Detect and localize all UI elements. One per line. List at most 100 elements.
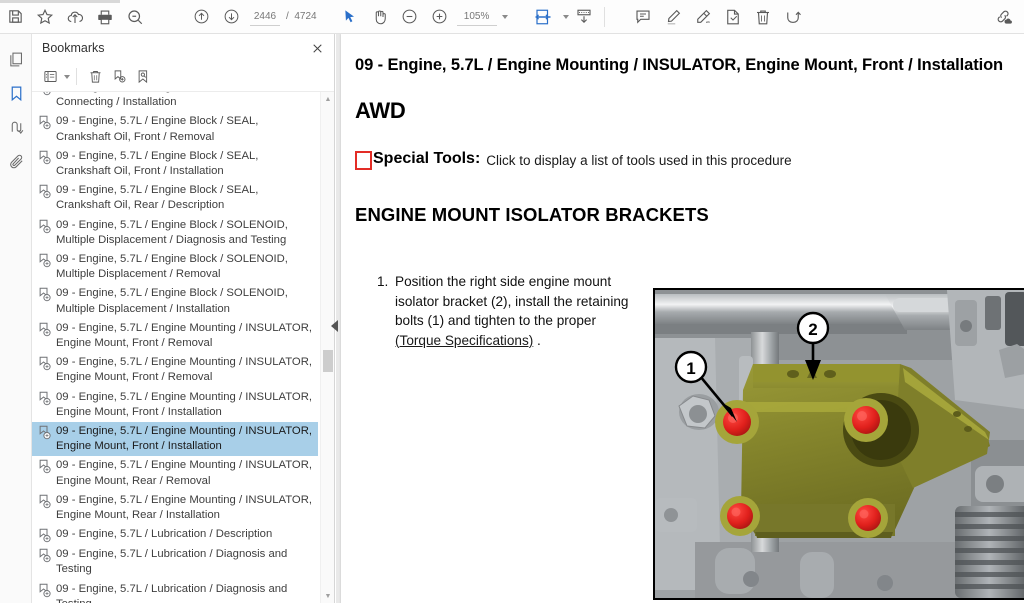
bookmark-item-label: 09 - Engine, 5.7L / Engine Block / SEAL,… xyxy=(56,149,259,178)
search-icon[interactable] xyxy=(120,2,150,32)
zoom-out-icon[interactable] xyxy=(395,2,425,32)
bookmark-item-label: 09 - Engine, 5.7L / Lubrication / Diagno… xyxy=(56,582,288,603)
special-tools-row: Special Tools: Click to display a list o… xyxy=(355,150,1012,170)
bookmark-item-label: 09 - Engine, 5.7L / Engine Block / SOLEN… xyxy=(56,218,288,246)
bookmark-item-label: 09 - Engine, 5.7L / Engine Block / SOLEN… xyxy=(56,287,288,315)
bookmark-item-label: 09 - Engine, 5.7L / Engine Block / ROD, … xyxy=(56,92,311,109)
bookmark-item[interactable]: 09 - Engine, 5.7L / Engine Block / SOLEN… xyxy=(32,216,318,250)
bookmarks-panel: Bookmarks Connecting / Installation 09 -… xyxy=(32,34,335,603)
bookmark-options-icon[interactable] xyxy=(38,65,62,89)
scroll-mode-icon[interactable] xyxy=(569,2,599,32)
document-viewport[interactable]: 09 - Engine, 5.7L / Engine Mounting / IN… xyxy=(336,34,1024,603)
print-icon[interactable] xyxy=(90,2,120,32)
file-tools-group xyxy=(0,0,150,34)
bookmark-item-label: 09 - Engine, 5.7L / Engine Block / SEAL,… xyxy=(56,184,259,212)
scroll-down-arrow-icon[interactable]: ▼ xyxy=(321,589,334,603)
page-navigation-group: / 4724 xyxy=(186,0,317,34)
step-text: Position the right side engine mount iso… xyxy=(395,272,640,350)
svg-text:2: 2 xyxy=(808,320,817,339)
special-tools-description: Click to display a list of tools used in… xyxy=(486,153,792,168)
bookmarks-panel-title: Bookmarks xyxy=(42,41,105,55)
bookmark-item-label: 09 - Engine, 5.7L / Engine Block / SEAL,… xyxy=(56,115,259,143)
bookmarks-panel-header: Bookmarks xyxy=(32,34,334,62)
bookmark-item[interactable]: 09 - Engine, 5.7L / Engine Block / SEAL,… xyxy=(32,112,318,146)
bookmark-item-label: 09 - Engine, 5.7L / Engine Mounting / IN… xyxy=(56,390,312,418)
bookmark-item[interactable]: 09 - Engine, 5.7L / Lubrication / Diagno… xyxy=(32,580,318,603)
torque-specifications-link[interactable]: (Torque Specifications) xyxy=(395,333,533,348)
bookmark-item[interactable]: 09 - Engine, 5.7L / Lubrication / Diagno… xyxy=(32,545,318,579)
link-cloud-icon[interactable] xyxy=(988,2,1018,32)
toolbar-tab-indicator xyxy=(0,0,120,3)
bookmark-item[interactable]: 09 - Engine, 5.7L / Lubrication / Descri… xyxy=(32,525,318,545)
right-tools-group xyxy=(988,0,1024,34)
chevron-down-icon[interactable] xyxy=(501,14,508,19)
bookmark-find-icon[interactable] xyxy=(131,65,155,89)
scrollbar-thumb[interactable] xyxy=(323,350,333,372)
arrow-up-circle-icon[interactable] xyxy=(186,2,216,32)
draw-pen-icon[interactable] xyxy=(688,2,718,32)
bookmark-item[interactable]: 09 - Engine, 5.7L / Engine Block / SOLEN… xyxy=(32,250,318,284)
bookmarks-list-inner: 09 - Engine, 5.7L / Engine Block / ROD, … xyxy=(32,92,318,603)
bookmark-item[interactable]: 09 - Engine, 5.7L / Engine Mounting / IN… xyxy=(32,353,318,387)
bookmark-item-label: 09 - Engine, 5.7L / Engine Mounting / IN… xyxy=(56,459,312,487)
bookmark-item-label: 09 - Engine, 5.7L / Lubrication / Descri… xyxy=(56,528,273,541)
sidebar-item-pages[interactable] xyxy=(0,42,32,76)
arrow-down-circle-icon[interactable] xyxy=(216,2,246,32)
page-title: 09 - Engine, 5.7L / Engine Mounting / IN… xyxy=(355,56,1004,74)
scroll-up-arrow-icon[interactable]: ▲ xyxy=(321,92,334,106)
fit-page-icon[interactable] xyxy=(528,2,558,32)
main-toolbar: / 4724 xyxy=(0,0,1024,34)
pan-hand-icon[interactable] xyxy=(365,2,395,32)
step-number: 1. xyxy=(377,274,389,289)
svg-text:1: 1 xyxy=(686,359,695,378)
bookmark-delete-icon[interactable] xyxy=(83,65,107,89)
procedure-step-list: 1. Position the right side engine mount … xyxy=(355,272,640,350)
bookmark-item-label: 09 - Engine, 5.7L / Engine Mounting / IN… xyxy=(56,425,312,453)
bookmark-item[interactable]: 09 - Engine, 5.7L / Engine Mounting / IN… xyxy=(32,422,318,457)
sidebar-icon-rail xyxy=(0,34,32,603)
comment-icon[interactable] xyxy=(628,2,658,32)
bookmark-item[interactable]: 09 - Engine, 5.7L / Engine Mounting / IN… xyxy=(32,319,318,353)
drivetrain-subheading: AWD xyxy=(355,98,406,123)
stamp-icon[interactable] xyxy=(718,2,748,32)
bookmark-item[interactable]: 09 - Engine, 5.7L / Engine Mounting / IN… xyxy=(32,491,318,525)
special-tools-checkbox[interactable] xyxy=(355,151,372,170)
bookmark-item[interactable]: 09 - Engine, 5.7L / Engine Block / ROD, … xyxy=(32,92,318,112)
zoom-level-input[interactable] xyxy=(456,7,497,26)
view-tools-group xyxy=(335,0,510,34)
upload-cloud-icon[interactable] xyxy=(60,2,90,32)
bookmarks-toolbar xyxy=(32,62,334,92)
delete-trash-icon[interactable] xyxy=(748,2,778,32)
page-total-label: / 4724 xyxy=(286,11,317,22)
rotate-icon[interactable] xyxy=(778,2,808,32)
fit-page-dropdown-icon[interactable] xyxy=(562,14,569,19)
bookmark-options-dropdown-icon[interactable] xyxy=(64,74,70,79)
zoom-level-control xyxy=(456,7,508,26)
zoom-in-icon[interactable] xyxy=(425,2,455,32)
section-title: ENGINE MOUNT ISOLATOR BRACKETS xyxy=(355,204,709,225)
fit-tools-group xyxy=(528,0,599,34)
save-icon[interactable] xyxy=(0,2,30,32)
bookmark-item[interactable]: 09 - Engine, 5.7L / Engine Block / SEAL,… xyxy=(32,147,318,181)
bookmark-item[interactable]: 09 - Engine, 5.7L / Engine Mounting / IN… xyxy=(32,388,318,422)
bookmark-item[interactable]: 09 - Engine, 5.7L / Engine Mounting / IN… xyxy=(32,456,318,490)
highlighter-icon[interactable] xyxy=(658,2,688,32)
bookmark-item[interactable]: 09 - Engine, 5.7L / Engine Block / SEAL,… xyxy=(32,181,318,215)
step-text-after: . xyxy=(533,332,541,348)
select-cursor-icon[interactable] xyxy=(335,2,365,32)
engine-mount-isolator-bracket-illustration: 1 2 xyxy=(653,288,1024,600)
bookmarks-scrollbar[interactable]: ▲ ▼ xyxy=(320,92,334,603)
current-page-input[interactable] xyxy=(250,7,280,26)
bookmark-item-label: 09 - Engine, 5.7L / Engine Mounting / IN… xyxy=(56,493,312,522)
bookmark-item[interactable]: 09 - Engine, 5.7L / Engine Block / SOLEN… xyxy=(32,284,318,318)
bookmark-item-label: 09 - Engine, 5.7L / Engine Mounting / IN… xyxy=(56,321,312,350)
bookmark-add-icon[interactable] xyxy=(107,65,131,89)
panel-collapse-arrow-icon[interactable] xyxy=(330,318,340,334)
sidebar-item-bookmarks[interactable] xyxy=(0,76,32,110)
bookmark-item-label: 09 - Engine, 5.7L / Engine Mounting / IN… xyxy=(56,356,312,384)
sidebar-item-signatures[interactable] xyxy=(0,110,32,144)
bookmarks-list[interactable]: 09 - Engine, 5.7L / Engine Block / ROD, … xyxy=(32,92,334,603)
favorite-star-icon[interactable] xyxy=(30,2,60,32)
sidebar-item-attachments[interactable] xyxy=(0,144,32,178)
close-icon[interactable] xyxy=(308,39,326,57)
